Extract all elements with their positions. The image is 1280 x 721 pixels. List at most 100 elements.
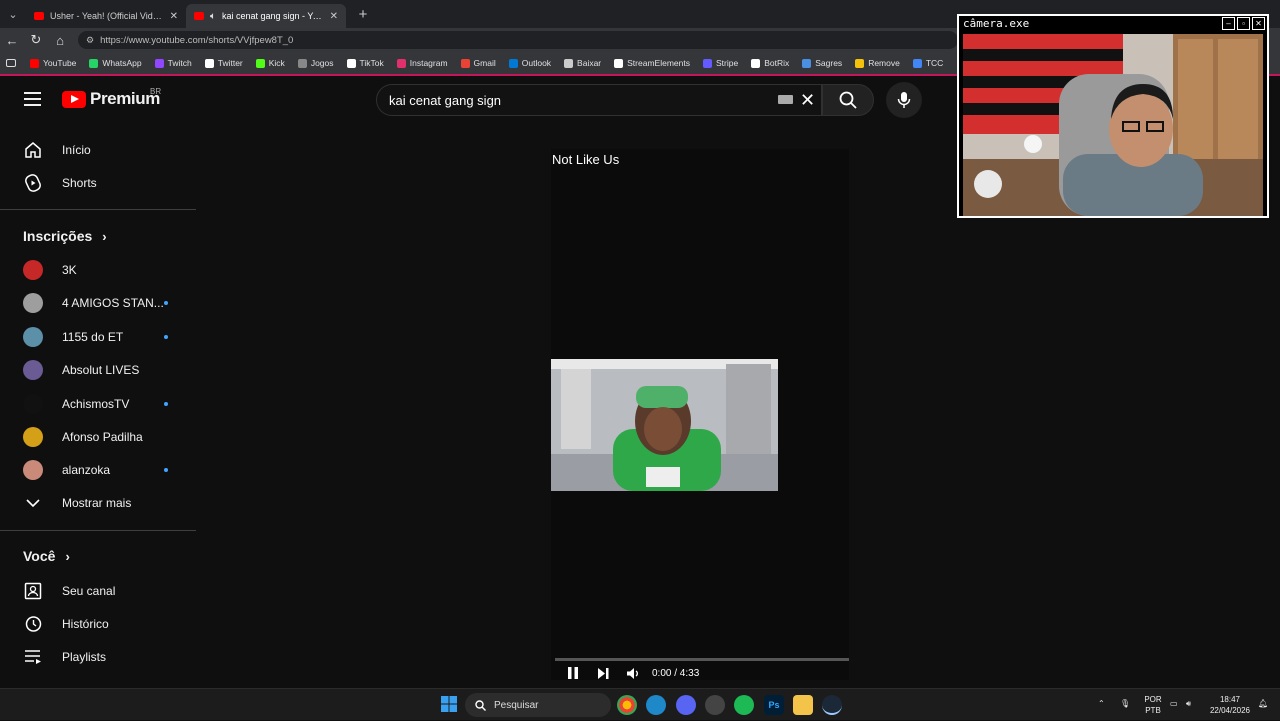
sidebar-item-your-channel[interactable]: Seu canal: [0, 575, 196, 607]
home-button[interactable]: ⌂: [48, 28, 72, 52]
subscription-item[interactable]: 1155 do ET: [0, 321, 196, 353]
close-icon[interactable]: ✕: [1252, 17, 1265, 30]
subscriptions-header[interactable]: Inscrições ›: [23, 228, 107, 244]
bookmark-item[interactable]: TCC: [912, 58, 943, 68]
menu-icon[interactable]: [24, 92, 41, 106]
search-button[interactable]: [822, 84, 874, 116]
new-tab-button[interactable]: +: [352, 3, 374, 25]
minimize-icon[interactable]: –: [1222, 17, 1235, 30]
bookmark-favicon-icon: [30, 58, 39, 68]
bookmark-item[interactable]: BotRix: [751, 58, 789, 68]
volume-button[interactable]: [618, 663, 648, 683]
bookmark-item[interactable]: StreamElements: [614, 58, 690, 68]
address-bar[interactable]: ⚙ https://www.youtube.com/shorts/VVjfpew…: [78, 31, 958, 49]
bookmark-item[interactable]: Kick: [255, 58, 285, 68]
audio-playing-icon[interactable]: 🔈︎: [210, 11, 216, 22]
bookmark-item[interactable]: Remove: [855, 58, 900, 68]
subscriptions-title: Inscrições: [23, 228, 93, 244]
maximize-icon[interactable]: ▫: [1237, 17, 1250, 30]
shorts-player[interactable]: Not Like Us 0:00 / 4:33: [551, 149, 849, 680]
reload-button[interactable]: ↻: [24, 28, 48, 52]
clear-search-icon[interactable]: ✕: [800, 90, 815, 111]
search-input[interactable]: kai cenat gang sign: [376, 84, 822, 116]
bookmark-item[interactable]: TikTok: [346, 58, 384, 68]
network-icon[interactable]: ▭: [1170, 689, 1178, 721]
browser-tab[interactable]: Usher - Yeah! (Official Video) ft. Lil ✕: [26, 4, 186, 28]
bookmark-favicon-icon: [702, 58, 712, 68]
bookmark-item[interactable]: Baixar: [564, 58, 601, 68]
obs-icon[interactable]: [705, 695, 725, 715]
playlists-icon: [23, 647, 43, 667]
tab-list-icon[interactable]: ⌄: [0, 0, 26, 28]
sidebar-item-label: Início: [62, 143, 91, 157]
sidebar-item-playlists[interactable]: Playlists: [0, 641, 196, 673]
language-indicator[interactable]: POR PTB: [1142, 689, 1164, 721]
subscription-item[interactable]: 3K: [0, 254, 196, 286]
sidebar-item-home[interactable]: Início: [0, 134, 196, 166]
clock-date: 22/04/2026: [1209, 706, 1251, 715]
close-tab-icon[interactable]: ✕: [170, 11, 178, 22]
sidebar-item-label: Histórico: [62, 617, 109, 631]
reading-list-icon[interactable]: [6, 59, 16, 67]
subscription-item[interactable]: 4 AMIGOS STAN...: [0, 287, 196, 319]
show-more-button[interactable]: Mostrar mais: [0, 487, 196, 519]
bookmark-item[interactable]: Sagres: [802, 58, 842, 68]
keyboard-icon[interactable]: [778, 95, 793, 104]
close-tab-icon[interactable]: ✕: [330, 11, 338, 22]
video-progress-bar[interactable]: [555, 658, 849, 661]
tray-overflow-icon[interactable]: ⌃: [1098, 689, 1105, 721]
next-button[interactable]: [588, 663, 618, 683]
bookmark-item[interactable]: YouTube: [30, 58, 76, 68]
file-explorer-icon[interactable]: [793, 695, 813, 715]
sidebar-item-history[interactable]: Histórico: [0, 608, 196, 640]
bookmark-item[interactable]: Jogos: [297, 58, 334, 68]
microphone-icon: [897, 92, 911, 108]
windows-start-icon[interactable]: [440, 695, 460, 715]
language-code: POR: [1144, 695, 1162, 704]
channel-avatar: [23, 427, 43, 447]
bookmark-item[interactable]: Twitch: [154, 58, 192, 68]
site-info-icon[interactable]: ⚙: [86, 35, 94, 46]
video-frame[interactable]: [551, 359, 778, 491]
sidebar-item-shorts[interactable]: Shorts: [0, 167, 196, 199]
edge-icon[interactable]: [646, 695, 666, 715]
bookmark-favicon-icon: [255, 58, 265, 68]
taskbar-search-placeholder: Pesquisar: [494, 699, 539, 711]
browser-tab-active[interactable]: 🔈︎ kai cenat gang sign - YouTube ✕: [186, 4, 346, 28]
bookmark-item[interactable]: Stripe: [702, 58, 738, 68]
youtube-logo[interactable]: Premium: [62, 89, 160, 109]
subscription-item[interactable]: Afonso Padilha: [0, 421, 196, 453]
bookmark-item[interactable]: WhatsApp: [89, 58, 142, 68]
clock[interactable]: 18:47 22/04/2026: [1206, 689, 1254, 721]
subscription-item[interactable]: AchismosTV: [0, 388, 196, 420]
subscription-item[interactable]: Absolut LIVES: [0, 354, 196, 386]
you-header[interactable]: Você ›: [23, 548, 70, 564]
speaker-icon[interactable]: 🔊︎: [1186, 689, 1191, 721]
webcam-window[interactable]: câmera.exe – ▫ ✕: [957, 14, 1269, 218]
discord-icon[interactable]: [676, 695, 696, 715]
bookmark-favicon-icon: [751, 58, 761, 68]
bookmark-item[interactable]: Outlook: [508, 58, 551, 68]
microphone-tray-icon[interactable]: 🎙︎: [1120, 689, 1130, 721]
pause-button[interactable]: [558, 663, 588, 683]
voice-search-button[interactable]: [886, 82, 922, 118]
bookmark-item[interactable]: Gmail: [460, 58, 496, 68]
chrome-icon[interactable]: [617, 695, 637, 715]
taskbar-search[interactable]: Pesquisar: [465, 693, 611, 717]
new-content-indicator: [164, 401, 168, 406]
sidebar-item-label: Shorts: [62, 176, 97, 190]
photoshop-icon[interactable]: Ps: [764, 695, 784, 715]
subscription-label: 4 AMIGOS STAN...: [62, 296, 164, 311]
subscription-item[interactable]: alanzoka: [0, 454, 196, 486]
notifications-icon[interactable]: 🔔︎: [1258, 689, 1268, 721]
bookmark-item[interactable]: Twitter: [204, 58, 243, 68]
back-button[interactable]: ←: [0, 28, 24, 52]
avatar: [23, 393, 43, 414]
bookmark-item[interactable]: Instagram: [396, 58, 448, 68]
avatar: [23, 260, 43, 280]
steam-icon[interactable]: [822, 695, 842, 715]
search-query: kai cenat gang sign: [389, 92, 502, 108]
spotify-icon[interactable]: [734, 695, 754, 715]
youtube-favicon-icon: [194, 12, 204, 20]
subscription-label: 1155 do ET: [62, 329, 124, 344]
